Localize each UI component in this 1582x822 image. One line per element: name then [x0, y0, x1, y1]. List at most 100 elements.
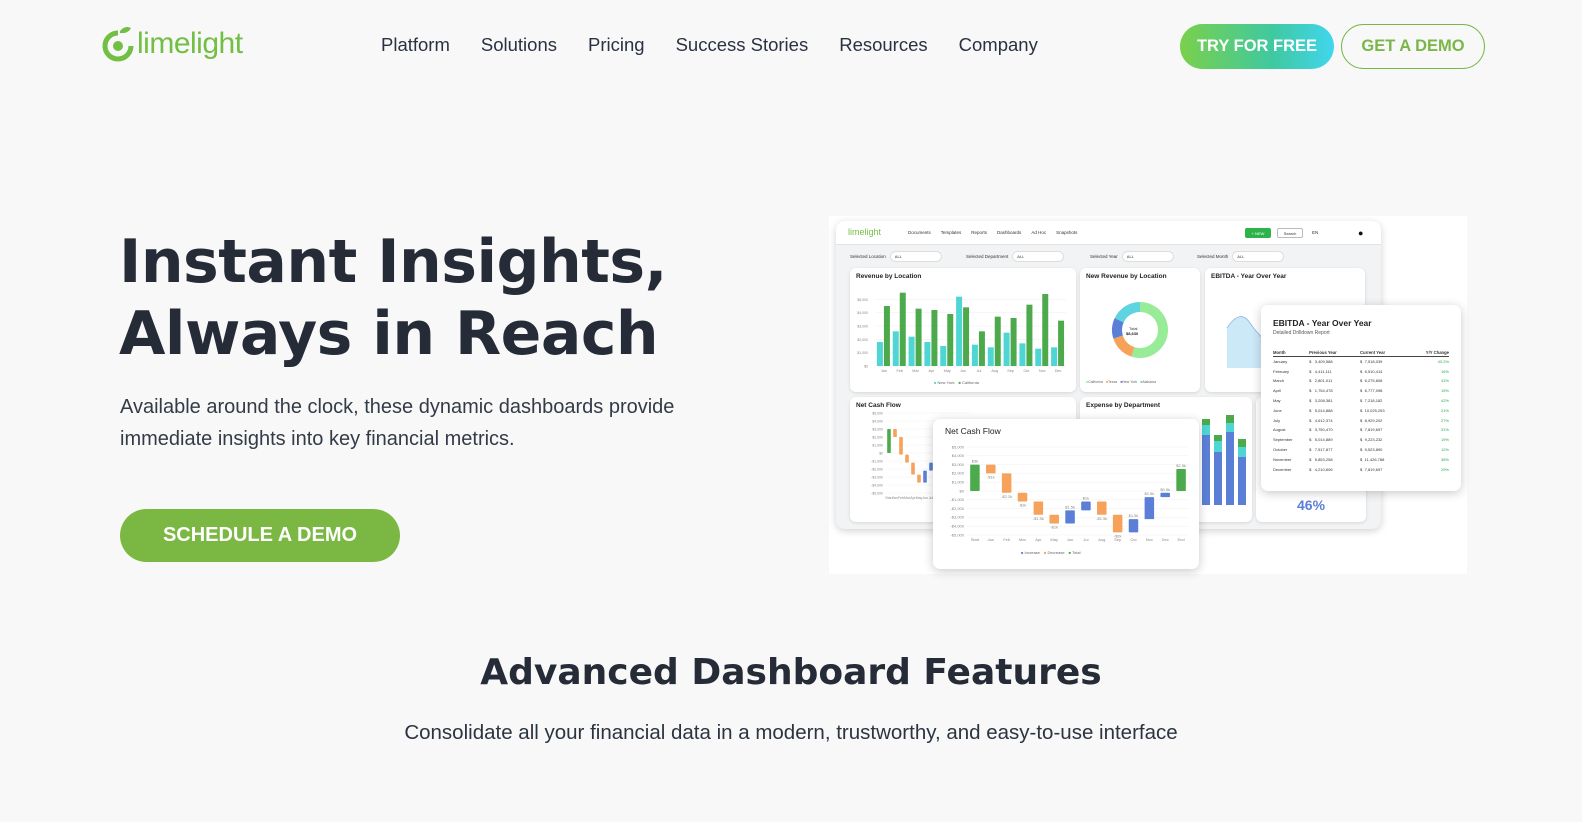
x-tick-label: Oct — [1023, 369, 1030, 373]
table-cell: 4,210,606 — [1314, 466, 1333, 472]
bar-california — [1010, 318, 1017, 366]
y-tick-label: -$4,000 — [871, 483, 883, 487]
x-tick-label: Apr — [1035, 537, 1042, 542]
x-tick-label: May — [1050, 537, 1058, 542]
legend-label: Alabama — [1142, 380, 1157, 384]
y-tick-label: $2,000 — [857, 338, 868, 342]
legend-label: California — [962, 380, 979, 385]
bar-california — [978, 331, 985, 366]
table-cell: 31% — [1440, 427, 1449, 433]
nav-pricing[interactable]: Pricing — [588, 34, 645, 56]
ebitda-popup-subtitle: Detailed Drilldown Report — [1273, 330, 1330, 336]
table-cell: 7,218,182 — [1364, 398, 1383, 404]
nav-solutions[interactable]: Solutions — [481, 34, 557, 56]
bar-new-york — [1003, 332, 1010, 366]
table-cell: 4,411,111 — [1314, 368, 1332, 374]
table-cell: 6,510,414 — [1364, 368, 1383, 374]
donut-total-value: $8,630 — [1126, 331, 1139, 336]
x-tick-label: Mar — [912, 369, 919, 373]
hero-subtitle: Available around the clock, these dynami… — [120, 396, 675, 450]
y-tick-label: -$2,000 — [950, 506, 964, 511]
data-label: $1.5k — [1065, 504, 1075, 509]
nav-platform[interactable]: Platform — [381, 34, 450, 56]
table-cell: 5,014,889 — [1314, 437, 1333, 443]
data-label: $2.5k — [1176, 463, 1186, 468]
y-tick-label: $3,000 — [857, 325, 868, 329]
dashboard-logo: limelight — [848, 227, 882, 237]
bar-new-york — [876, 342, 883, 366]
y-tick-label: $5,000 — [952, 444, 965, 449]
table-row: September $5,014,889 $9,223,232 19% — [1273, 435, 1449, 445]
y-tick-label: $0 — [864, 365, 868, 369]
legend-total: ■ Total — [1068, 550, 1081, 555]
table-row: December $4,210,606 $7,819,697 29% — [1273, 464, 1449, 474]
filter-value: ALL — [1012, 251, 1065, 262]
filter-year: Selected Year ALL — [1090, 251, 1174, 262]
features-subtitle: Consolidate all your financial data in a… — [404, 721, 1178, 744]
table-cell: 3,750,470 — [1314, 427, 1333, 433]
table-cell: 7,517,877 — [1314, 447, 1333, 453]
table-row: July $4,612,374 $8,929,202 27% — [1273, 415, 1449, 425]
table-header-row: Month Previous Year Current Year Y/Y Cha… — [1273, 349, 1449, 357]
waterfall-bar — [986, 464, 996, 474]
x-tick-label: Jul — [1083, 537, 1088, 542]
table-row: February $4,411,111 $6,510,414 16% — [1273, 366, 1449, 376]
get-a-demo-button[interactable]: GET A DEMO — [1341, 24, 1485, 69]
waterfall-bar — [911, 462, 915, 475]
filter-value: ALL — [889, 251, 942, 262]
hero-title-line-1: Instant Insights, — [119, 227, 667, 297]
hero-title: Instant Insights, Always in Reach — [119, 226, 667, 370]
nav-success-stories[interactable]: Success Stories — [676, 34, 809, 56]
nav-resources[interactable]: Resources — [839, 34, 927, 56]
table-cell: October — [1273, 447, 1288, 453]
x-tick-label: Sep — [1114, 537, 1122, 542]
filter-location: Selected Location ALL — [850, 251, 942, 262]
legend-california: ■ California — [958, 380, 979, 385]
x-tick-label: May — [944, 369, 951, 373]
ebitda-table: Month Previous Year Current Year Y/Y Cha… — [1273, 349, 1449, 474]
y-tick-label: $4,000 — [952, 453, 965, 458]
y-tick-label: $5,000 — [857, 298, 868, 302]
schedule-demo-button[interactable]: SCHEDULE A DEMO — [120, 509, 400, 562]
table-cell: 36% — [1440, 456, 1449, 462]
waterfall-bar — [1033, 501, 1044, 515]
net-cash-popup: Net Cash Flow $5,000 $4,000 $3,000 $2,000 $1… — [933, 419, 1199, 569]
table-cell: February — [1273, 368, 1290, 374]
y-tick-label: -$3,000 — [950, 515, 964, 520]
table-row: March $2,801,011 $6,275,808 41% — [1273, 376, 1449, 386]
waterfall-bar — [899, 437, 903, 455]
cash-legend: ■ Increase ■ Decrease ■ Total — [1021, 550, 1080, 555]
x-tick-label: Feb — [1003, 537, 1011, 542]
x-tick-label: Start — [971, 537, 980, 542]
bar-california — [1058, 320, 1065, 366]
x-tick-label: Sep — [1007, 369, 1014, 373]
bar-california — [883, 306, 890, 366]
table-cell: 2,801,011 — [1314, 378, 1333, 384]
nav-company[interactable]: Company — [959, 34, 1038, 56]
data-label: $1.5k — [1129, 513, 1139, 518]
dash-nav-reports: Reports — [971, 230, 988, 235]
table-cell: 19% — [1440, 437, 1449, 443]
y-tick-label: $1,000 — [952, 480, 965, 485]
try-for-free-button[interactable]: TRY FOR FREE — [1180, 24, 1334, 69]
x-tick-label: Aug — [1098, 537, 1105, 542]
limelight-logo[interactable]: limelight — [101, 25, 243, 63]
waterfall-bar — [887, 429, 891, 453]
x-tick-label: Oct — [1130, 537, 1137, 542]
dash-nav-documents: Documents — [908, 230, 931, 235]
revenue-chart: $0 $1,000 $2,000 $3,000 $4,000 $5,000 Jan Feb Ma… — [857, 292, 1066, 373]
x-tick-label: End — [1178, 537, 1185, 542]
y-tick-label: $2,000 — [872, 435, 883, 439]
table-cell: 15% — [1440, 388, 1449, 394]
legend-label: Increase — [1024, 550, 1040, 555]
col-month: Month — [1273, 349, 1310, 357]
y-tick-label: $1,000 — [857, 351, 868, 355]
table-row: June $5,014,888 $10,025,253 21% — [1273, 405, 1449, 415]
y-tick-label: -$4,000 — [950, 524, 964, 529]
dash-new-button: + NEW — [1245, 228, 1271, 238]
y-tick-label: -$3,000 — [871, 475, 883, 479]
lime-logo-icon — [102, 27, 134, 62]
new-revenue-donut — [1112, 302, 1168, 358]
legend-label: Decrease — [1047, 550, 1065, 555]
legend-new-york: ■New York — [1120, 380, 1138, 384]
